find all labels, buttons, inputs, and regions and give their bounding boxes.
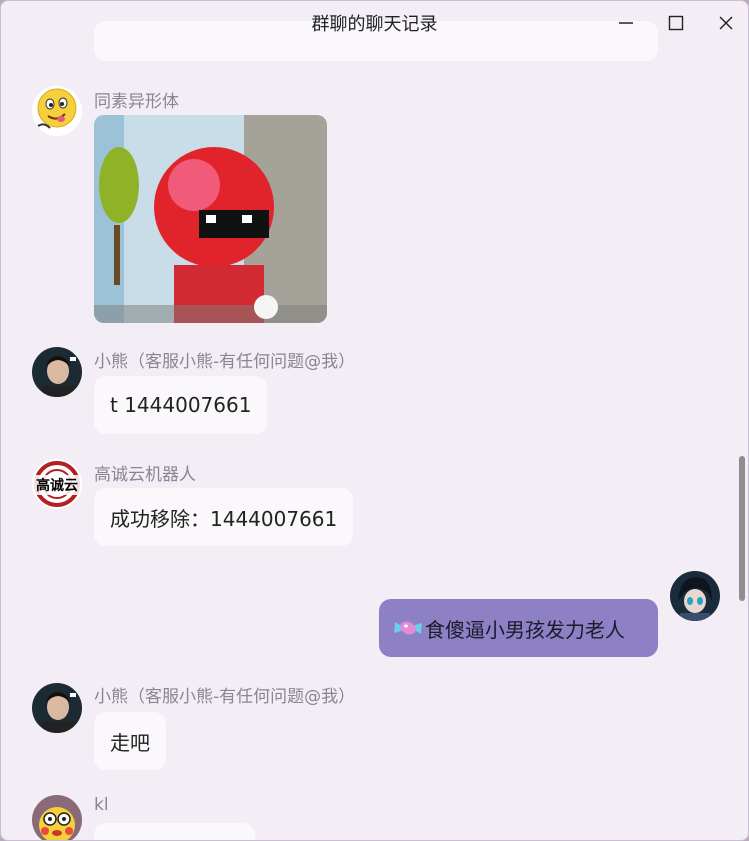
avatar-kl[interactable]	[32, 795, 82, 840]
self-message-text: 食傻逼小男孩发力老人	[425, 617, 625, 642]
avatar-xiaoxiong[interactable]	[32, 683, 82, 733]
close-icon	[719, 16, 733, 30]
scrollbar-thumb[interactable]	[739, 456, 745, 601]
message-bubble[interactable]: t 1444007661	[94, 376, 268, 434]
chat-message-list[interactable]: 同素异形体 小熊（客服小熊-有任何问题@我） t 1444007661 高诚云 …	[1, 1, 736, 840]
maximize-icon	[668, 15, 684, 31]
chat-history-window: 同素异形体 小熊（客服小熊-有任何问题@我） t 1444007661 高诚云 …	[0, 0, 749, 841]
close-button[interactable]	[701, 1, 748, 45]
message-bubble[interactable]: 成功移除：1444007661	[94, 488, 354, 546]
sender-name: kl	[94, 795, 109, 815]
minimize-icon	[619, 22, 633, 24]
message-bubble[interactable]	[94, 823, 255, 840]
message-bubble[interactable]: 走吧	[94, 712, 166, 770]
avatar-xiaoxiong[interactable]	[32, 347, 82, 397]
candy-icon	[393, 616, 423, 640]
sender-name: 同素异形体	[94, 92, 179, 112]
avatar-self[interactable]	[670, 571, 720, 621]
minimize-button[interactable]	[601, 1, 651, 45]
avatar-gaochengyun-bot[interactable]: 高诚云	[32, 459, 82, 509]
window-title: 群聊的聊天记录	[311, 14, 438, 35]
self-message-bubble[interactable]: 食傻逼小男孩发力老人	[379, 599, 658, 657]
sender-name: 小熊（客服小熊-有任何问题@我）	[94, 687, 356, 707]
avatar-text: 高诚云	[32, 475, 82, 495]
sender-name: 高诚云机器人	[94, 465, 196, 485]
image-message[interactable]	[94, 115, 327, 323]
sender-name: 小熊（客服小熊-有任何问题@我）	[94, 352, 356, 372]
avatar-tongsu[interactable]	[32, 86, 82, 136]
maximize-button[interactable]	[651, 1, 701, 45]
scrollbar-track[interactable]	[737, 45, 748, 840]
